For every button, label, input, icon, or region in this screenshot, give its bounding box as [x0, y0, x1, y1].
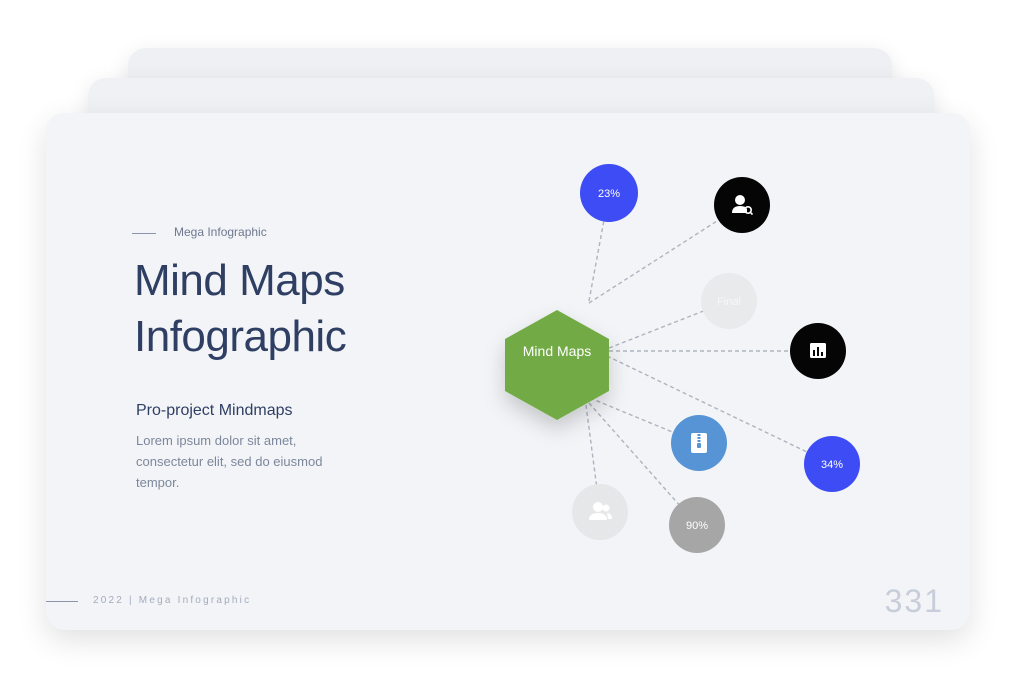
- node-user-search: [714, 177, 770, 233]
- center-label: Mind Maps: [523, 343, 591, 359]
- node-23-percent: 23%: [580, 164, 638, 222]
- node-34-percent: 34%: [804, 436, 860, 492]
- node-users-circle: [572, 484, 628, 540]
- node-23-percent-label: 23%: [598, 188, 620, 200]
- bar-chart-icon: [810, 343, 826, 358]
- node-bar-chart: [790, 323, 846, 379]
- center-node: Mind Maps: [505, 310, 609, 420]
- center-hexagon: [505, 310, 609, 420]
- zip-file-icon: [691, 433, 707, 453]
- node-90-percent: 90%: [669, 497, 725, 553]
- mind-map-diagram: Mind Maps 23% Final 34% 90%: [505, 164, 860, 553]
- node-user-search-circle: [714, 177, 770, 233]
- node-34-percent-label: 34%: [821, 459, 843, 471]
- node-final-label: Final: [717, 296, 741, 308]
- node-final: Final: [701, 273, 757, 329]
- node-zip-file: [671, 415, 727, 471]
- node-90-percent-label: 90%: [686, 520, 708, 532]
- slide-card: Mega Infographic Mind Maps Infographic P…: [46, 113, 970, 630]
- node-users: [572, 484, 628, 540]
